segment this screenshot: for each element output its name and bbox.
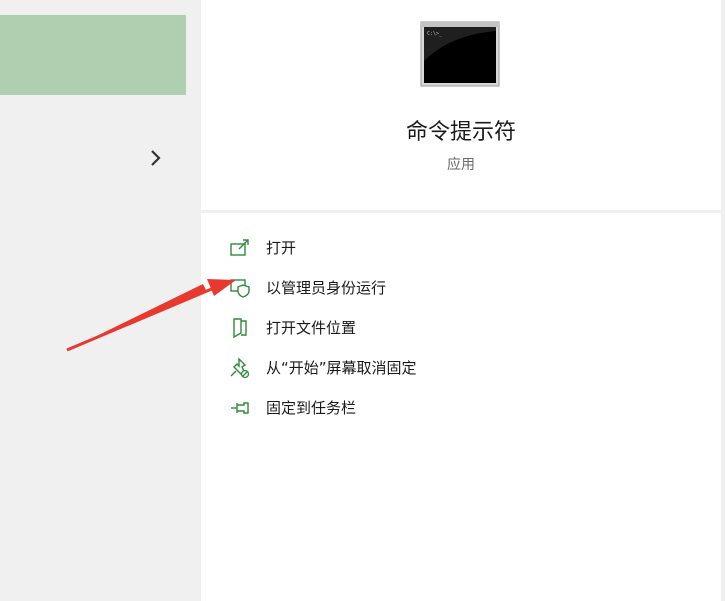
open-icon — [230, 239, 249, 256]
section-divider — [201, 210, 721, 213]
action-open-file-location[interactable]: 打开文件位置 — [201, 308, 721, 348]
action-run-as-admin[interactable]: 以管理员身份运行 — [201, 268, 721, 308]
action-label: 以管理员身份运行 — [266, 279, 387, 297]
action-list: 打开 以管理员身份运行 打开文件位置 从“开始”屏幕取消固定 固定到任务栏 — [201, 228, 721, 428]
pane-edge — [721, 0, 725, 601]
pin-taskbar-icon — [231, 402, 249, 414]
selected-search-result[interactable] — [0, 15, 186, 95]
action-pin-to-taskbar[interactable]: 固定到任务栏 — [201, 388, 721, 428]
command-prompt-icon: C:\>_ — [420, 21, 500, 87]
app-title: 命令提示符 — [405, 120, 516, 145]
file-location-icon — [233, 318, 247, 339]
action-label: 固定到任务栏 — [266, 399, 357, 417]
app-detail-pane: C:\>_ 命令提示符 应用 打开 以管理员身份运行 打开文件位置 从“开始”屏… — [201, 0, 725, 601]
action-label: 打开文件位置 — [266, 319, 357, 337]
svg-text:C:\>_: C:\>_ — [427, 31, 443, 37]
app-header: C:\>_ 命令提示符 应用 — [201, 0, 721, 210]
action-unpin-from-start[interactable]: 从“开始”屏幕取消固定 — [201, 348, 721, 388]
unpin-icon — [230, 357, 250, 379]
admin-shield-icon — [230, 279, 250, 298]
action-open[interactable]: 打开 — [201, 228, 721, 268]
chevron-right-icon[interactable] — [146, 146, 166, 170]
app-type-label: 应用 — [447, 157, 475, 173]
search-results-pane — [0, 0, 200, 601]
action-label: 从“开始”屏幕取消固定 — [266, 359, 417, 377]
action-label: 打开 — [266, 239, 297, 257]
